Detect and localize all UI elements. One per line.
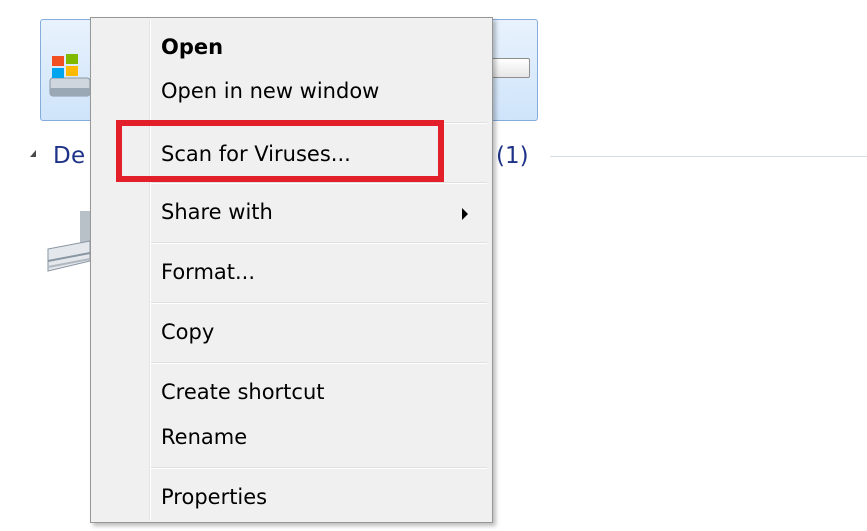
menu-item-label: Copy bbox=[161, 320, 215, 344]
menu-item-format[interactable]: Format... bbox=[93, 253, 490, 295]
menu-item-label: Share with bbox=[161, 200, 273, 224]
optical-drive-icon bbox=[47, 211, 91, 272]
submenu-arrow-icon bbox=[462, 208, 468, 220]
drive-usage-bar bbox=[490, 58, 530, 78]
group-title: De bbox=[53, 143, 86, 169]
menu-item-label: Create shortcut bbox=[161, 380, 325, 404]
menu-item-label: Properties bbox=[161, 485, 268, 509]
menu-item-open-new-window[interactable]: Open in new window bbox=[93, 72, 490, 114]
menu-item-create-shortcut[interactable]: Create shortcut bbox=[93, 373, 490, 415]
context-menu: Open Open in new window Scan for Viruses… bbox=[90, 17, 493, 523]
menu-item-label: Open in new window bbox=[161, 79, 380, 103]
menu-separator bbox=[151, 182, 487, 184]
windows-drive-icon bbox=[49, 54, 91, 97]
group-divider bbox=[550, 156, 867, 157]
menu-item-open[interactable]: Open bbox=[93, 28, 490, 70]
menu-item-label: Rename bbox=[161, 425, 248, 449]
menu-item-properties[interactable]: Properties bbox=[93, 478, 490, 520]
collapse-triangle-icon[interactable] bbox=[30, 150, 36, 157]
group-count: (1) bbox=[496, 143, 529, 169]
menu-separator bbox=[151, 242, 487, 244]
menu-separator bbox=[151, 302, 487, 304]
menu-separator bbox=[151, 467, 487, 469]
menu-item-label: Open bbox=[161, 35, 224, 59]
menu-item-share-with[interactable]: Share with bbox=[93, 193, 490, 235]
explorer-window: De (1) Open Open in new window Scan for … bbox=[0, 0, 867, 531]
highlight-annotation-box bbox=[116, 120, 444, 182]
menu-item-copy[interactable]: Copy bbox=[93, 313, 490, 355]
menu-item-rename[interactable]: Rename bbox=[93, 418, 490, 460]
menu-separator bbox=[151, 362, 487, 364]
menu-item-label: Format... bbox=[161, 260, 256, 284]
